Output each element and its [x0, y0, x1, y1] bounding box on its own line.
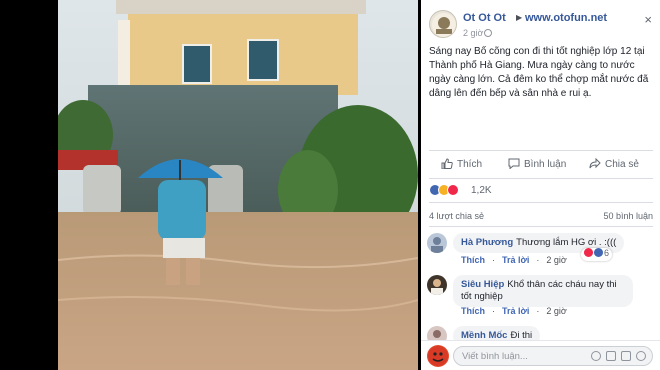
comment-reply-link[interactable]: Trả lời — [502, 306, 529, 316]
separator: · — [536, 306, 540, 316]
like-reaction-icon — [594, 248, 603, 257]
love-reaction-icon — [447, 184, 459, 196]
share-label: Chia sẻ — [605, 159, 639, 170]
comment-like-link[interactable]: Thích — [461, 306, 485, 316]
camera-icon[interactable] — [606, 351, 616, 361]
flood-photo-illustration — [58, 0, 418, 370]
commenter-avatar[interactable] — [427, 233, 447, 253]
shares-count-link[interactable]: 4 lượt chia sẻ — [429, 211, 484, 221]
divider — [429, 150, 653, 151]
post-text: Sáng nay Bố cõng con đi thi tốt nghiệp l… — [429, 46, 649, 99]
comment-item: Hà Phương Thương lắm HG ơi . :((( 6 Thích… — [427, 233, 655, 269]
post-photo[interactable] — [58, 0, 418, 370]
post-stats: 4 lượt chia sẻ 50 bình luận — [429, 211, 653, 221]
post-page-link[interactable]: www.otofun.net — [525, 12, 607, 24]
post-header: Ot Ot Ot ▶ www.otofun.net 2 giờ × — [429, 8, 654, 42]
comment-like-link[interactable]: Thích — [461, 255, 485, 265]
emoji-icon[interactable] — [591, 351, 601, 361]
share-button[interactable]: Chia sẻ — [589, 158, 639, 170]
post-timestamp[interactable]: 2 giờ — [463, 28, 483, 38]
separator: · — [536, 255, 540, 265]
comment-text: Thương lắm HG ơi . :((( — [516, 237, 617, 248]
arrow-right-icon: ▶ — [516, 13, 523, 22]
gif-icon[interactable] — [621, 351, 631, 361]
comment-placeholder: Viết bình luận... — [462, 351, 528, 362]
thumbs-up-icon — [441, 158, 453, 169]
comments-count-link[interactable]: 50 bình luận — [603, 211, 653, 221]
love-reaction-icon — [584, 248, 593, 257]
comment-item: Siêu Hiệp Khổ thân các cháu nay thi tốt n… — [427, 275, 655, 321]
commenter-avatar[interactable] — [427, 275, 447, 295]
comment-composer: Viết bình luận... — [421, 340, 660, 370]
comment-reaction-count: 6 — [604, 248, 610, 258]
comment-meta: Thích · Trả lời · 2 giờ — [461, 306, 574, 316]
comment-icon — [508, 158, 520, 169]
commenter-name[interactable]: Hà Phương — [461, 237, 513, 248]
post-actions-bar: Thích Bình luận Chia sẻ — [421, 156, 660, 176]
divider — [429, 178, 653, 179]
divider — [429, 202, 653, 203]
like-label: Thích — [457, 159, 483, 170]
comment-bubble: Siêu Hiệp Khổ thân các cháu nay thi tốt n… — [453, 275, 633, 307]
post-author-link[interactable]: Ot Ot Ot — [463, 12, 506, 24]
comment-time[interactable]: 2 giờ — [546, 255, 566, 265]
current-user-avatar — [427, 345, 449, 367]
comment-button[interactable]: Bình luận — [508, 158, 566, 170]
comment-reactions[interactable]: 6 — [581, 248, 613, 261]
share-icon — [589, 158, 601, 169]
like-button[interactable]: Thích — [441, 158, 482, 170]
reactions-summary[interactable]: 1,2K — [429, 184, 653, 198]
reactions-count: 1,2K — [471, 185, 492, 196]
comment-label: Bình luận — [524, 159, 567, 170]
commenter-name[interactable]: Siêu Hiệp — [461, 279, 504, 290]
sticker-icon[interactable] — [636, 351, 646, 361]
close-icon[interactable]: × — [644, 12, 652, 27]
comment-input[interactable]: Viết bình luận... — [453, 346, 653, 366]
divider — [429, 226, 653, 227]
globe-icon — [484, 29, 492, 37]
comment-meta: Thích · Trả lời · 2 giờ — [461, 255, 574, 265]
comment-time[interactable]: 2 giờ — [546, 306, 566, 316]
separator: · — [492, 306, 495, 316]
post-side-panel: Ot Ot Ot ▶ www.otofun.net 2 giờ × Sáng n… — [421, 0, 660, 370]
page-avatar[interactable] — [429, 10, 457, 38]
comment-reply-link[interactable]: Trả lời — [502, 255, 529, 265]
separator: · — [492, 255, 495, 265]
